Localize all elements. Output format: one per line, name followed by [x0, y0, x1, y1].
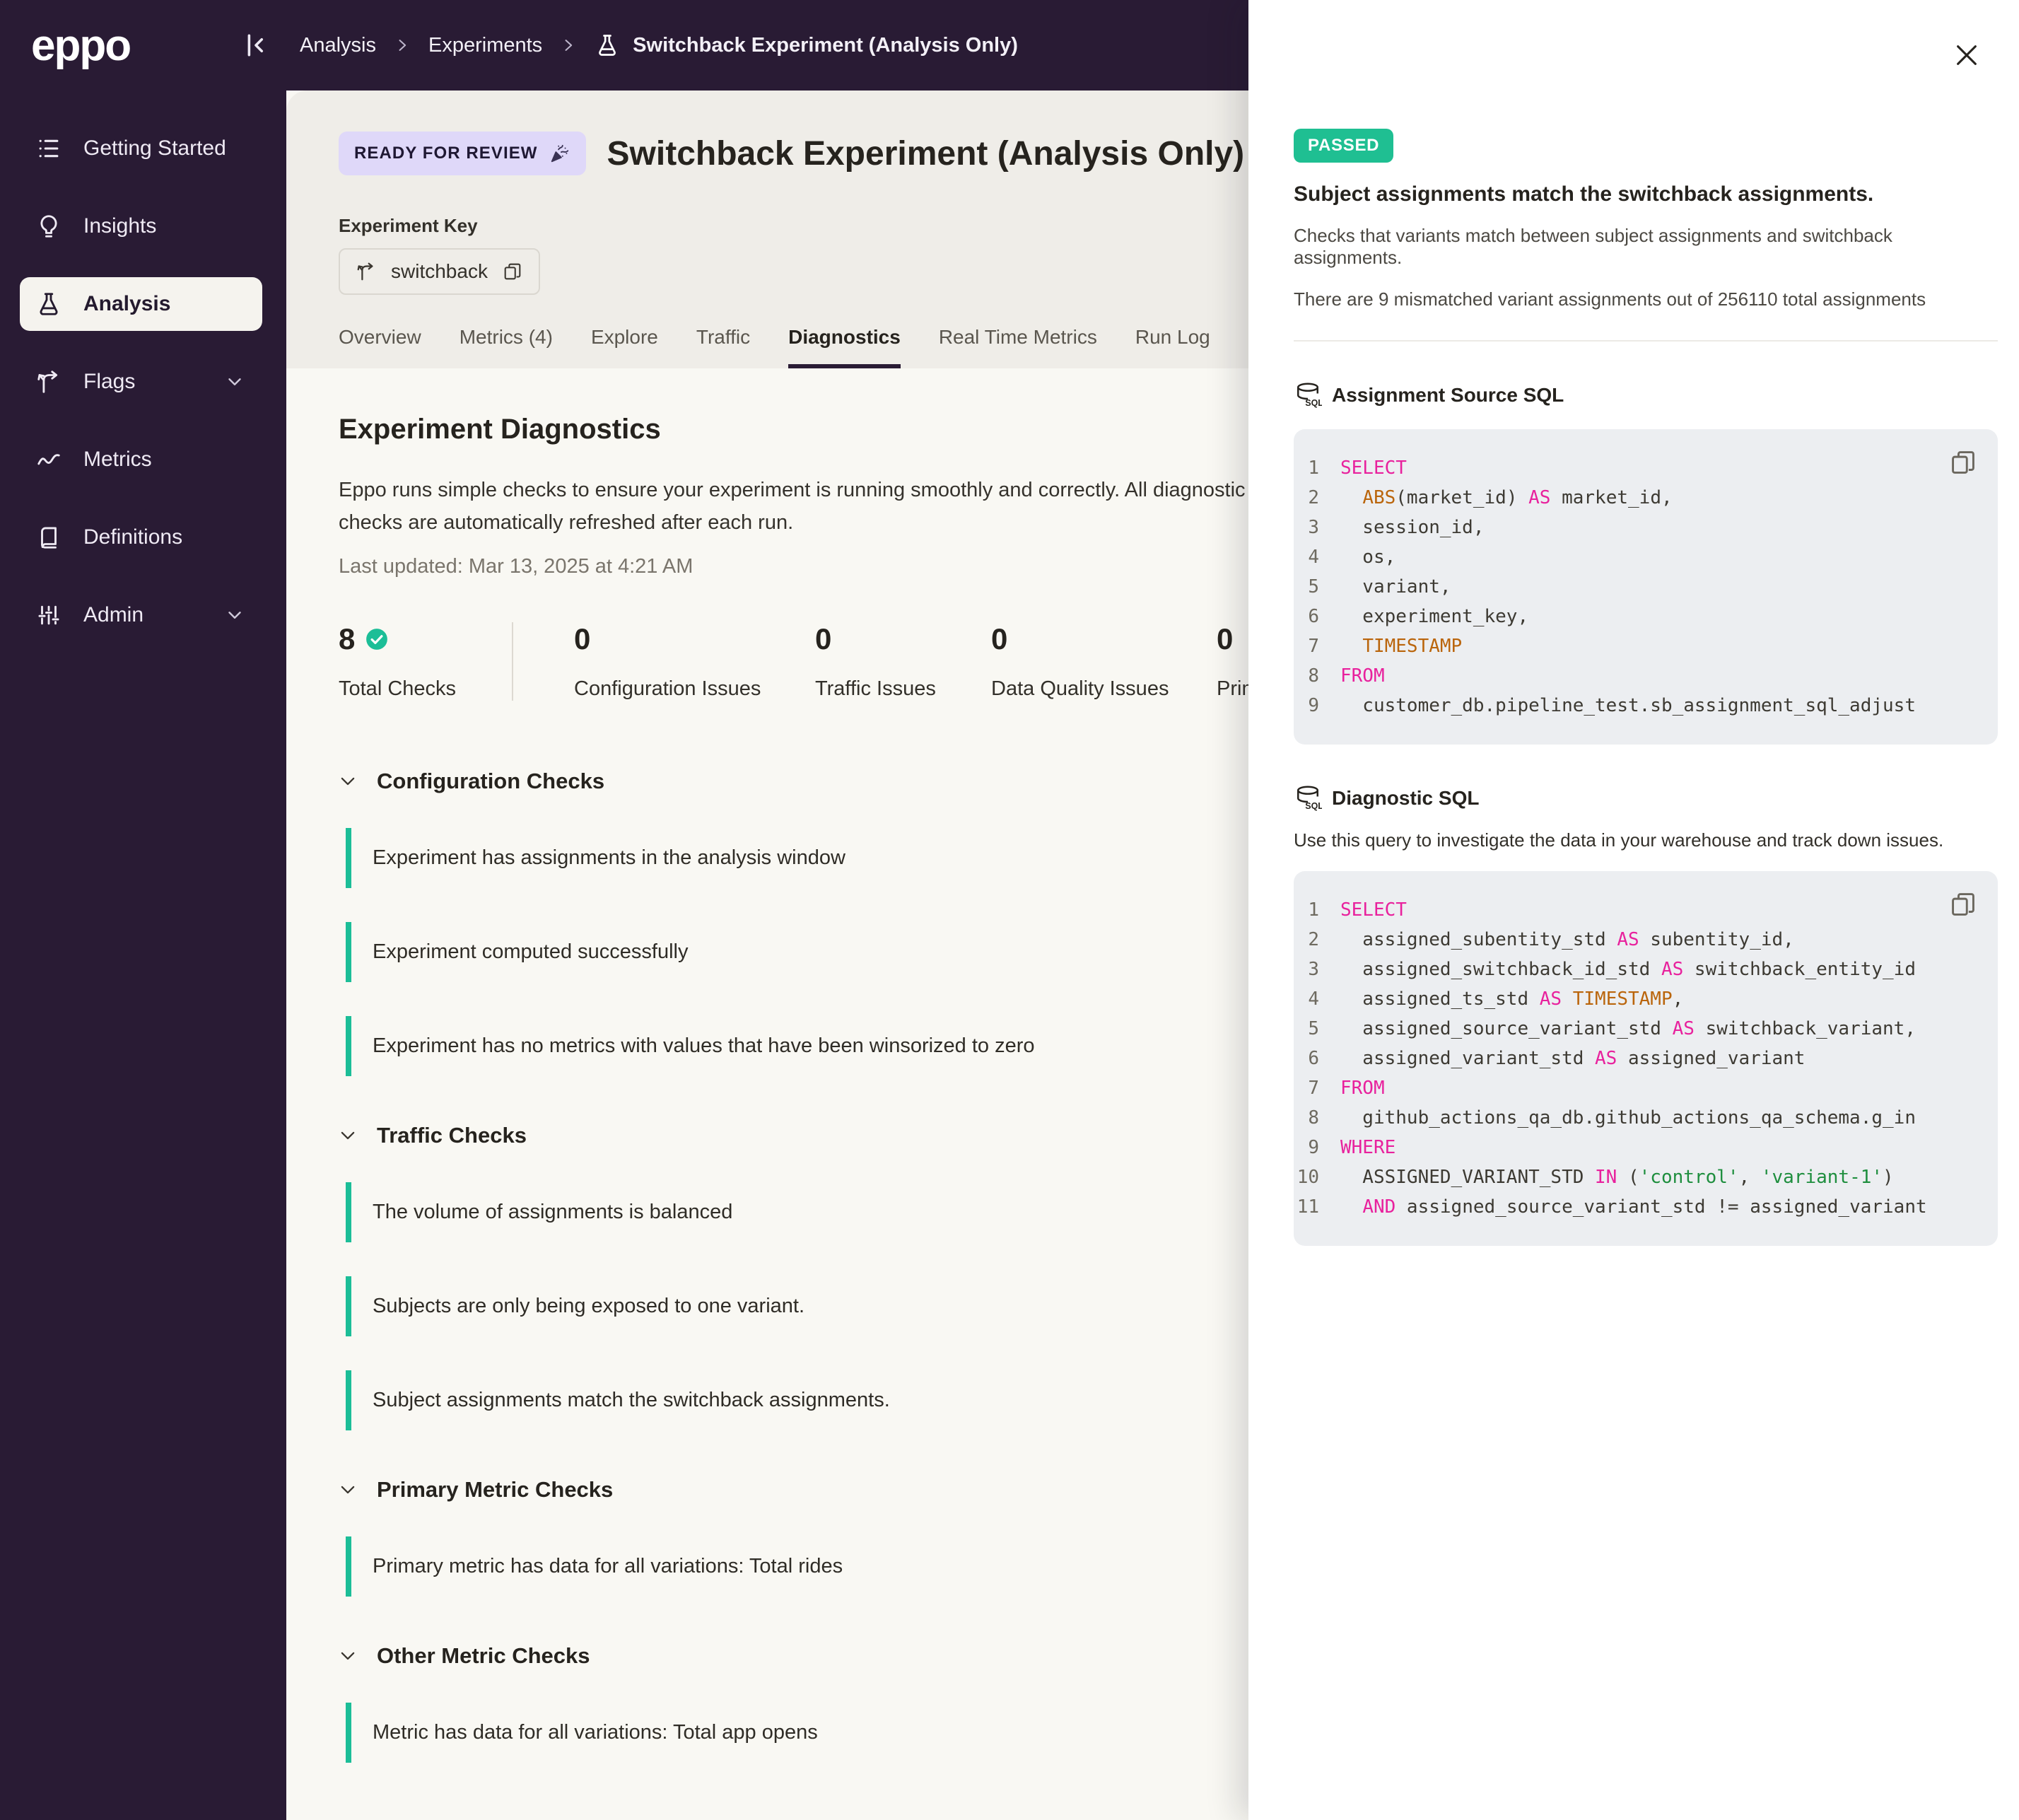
sidebar-item-definitions[interactable]: Definitions: [20, 511, 262, 564]
panel-description: Checks that variants match between subje…: [1294, 225, 1892, 268]
experiment-key-chip[interactable]: switchback: [339, 248, 540, 295]
sidebar-item-metrics[interactable]: Metrics: [20, 433, 262, 486]
list-icon: [35, 135, 62, 162]
diagnostics-description: Eppo runs simple checks to ensure your e…: [339, 479, 1246, 535]
page-title: Switchback Experiment (Analysis Only): [607, 134, 1245, 173]
chevron-down-icon: [224, 605, 245, 626]
assignment-source-sql-code: 1 SELECT 2 ABS(market_id) AS market_id, 3 s…: [1294, 429, 1998, 745]
stat-data-quality-issues: 0 Data Quality Issues: [991, 622, 1169, 700]
tab-overview[interactable]: Overview: [339, 326, 421, 368]
breadcrumb-current[interactable]: Switchback Experiment (Analysis Only): [595, 33, 1018, 58]
diagnostic-sql-code: 1 SELECT 2 assigned_subentity_std AS suben…: [1294, 871, 1998, 1246]
chevron-down-icon: [224, 371, 245, 392]
flask-icon: [35, 291, 62, 317]
check-circle-icon: [365, 627, 389, 651]
sidebar-item-admin[interactable]: Admin: [20, 588, 262, 642]
stat-configuration-issues: 0 Configuration Issues: [574, 622, 761, 700]
flask-icon: [595, 33, 620, 58]
confetti-icon: [549, 143, 570, 164]
chevron-down-icon: [339, 1126, 357, 1145]
passed-badge: PASSED: [1294, 129, 1394, 163]
switchback-icon: [356, 261, 377, 282]
chevron-right-icon: [561, 37, 576, 53]
copy-icon[interactable]: [1948, 448, 1978, 477]
diagnostic-sql-description: Use this query to investigate the data i…: [1294, 829, 1944, 851]
tab-run-log[interactable]: Run Log: [1135, 326, 1210, 368]
sidebar: Getting Started Insights Analysis Flags …: [0, 91, 286, 1820]
breadcrumb-experiments[interactable]: Experiments: [428, 34, 542, 57]
tab-traffic[interactable]: Traffic: [696, 326, 750, 368]
book-icon: [35, 524, 62, 551]
diagnostic-sql-header: SQL Diagnostic SQL: [1294, 784, 1998, 812]
svg-text:SQL: SQL: [1305, 398, 1322, 408]
tab-metrics[interactable]: Metrics (4): [460, 326, 553, 368]
chart-line-icon: [35, 446, 62, 473]
sidebar-item-flags[interactable]: Flags: [20, 355, 262, 409]
panel-divider: [1294, 340, 1998, 342]
assignment-source-sql-header: SQL Assignment Source SQL: [1294, 381, 1998, 409]
experiment-key-value: switchback: [391, 260, 488, 282]
close-icon[interactable]: [1951, 40, 1982, 71]
copy-icon[interactable]: [502, 261, 523, 282]
chevron-down-icon: [339, 772, 357, 791]
mismatch-summary: There are 9 mismatched variant assignmen…: [1294, 288, 1926, 310]
sliders-icon: [35, 602, 62, 629]
database-sql-icon: SQL: [1294, 784, 1322, 812]
copy-icon[interactable]: [1948, 889, 1978, 919]
status-badge: READY FOR REVIEW: [339, 132, 586, 175]
chevron-down-icon: [339, 1481, 357, 1499]
breadcrumb: Analysis Experiments Switchback Experime…: [300, 33, 1018, 58]
chevron-right-icon: [394, 37, 410, 53]
sidebar-item-insights[interactable]: Insights: [20, 199, 262, 253]
chevron-down-icon: [339, 1647, 357, 1665]
tab-explore[interactable]: Explore: [591, 326, 658, 368]
breadcrumb-analysis[interactable]: Analysis: [300, 34, 376, 57]
split-arrow-icon: [35, 368, 62, 395]
check-detail-panel: PASSED Subject assignments match the swi…: [1248, 0, 2019, 1820]
lightbulb-icon: [35, 213, 62, 240]
stats-divider: [512, 622, 513, 701]
sidebar-item-getting-started[interactable]: Getting Started: [20, 122, 262, 175]
sidebar-collapse-icon[interactable]: [240, 30, 271, 61]
eppo-logo: eppo: [31, 21, 131, 70]
stat-total-checks: 8 Total Checks: [339, 622, 457, 700]
sidebar-item-analysis[interactable]: Analysis: [20, 277, 262, 331]
tab-diagnostics[interactable]: Diagnostics: [788, 326, 901, 368]
stat-traffic-issues: 0 Traffic Issues: [815, 622, 936, 700]
tab-real-time-metrics[interactable]: Real Time Metrics: [939, 326, 1097, 368]
svg-text:SQL: SQL: [1305, 801, 1322, 811]
panel-title: Subject assignments match the switchback…: [1294, 182, 1874, 206]
database-sql-icon: SQL: [1294, 381, 1322, 409]
